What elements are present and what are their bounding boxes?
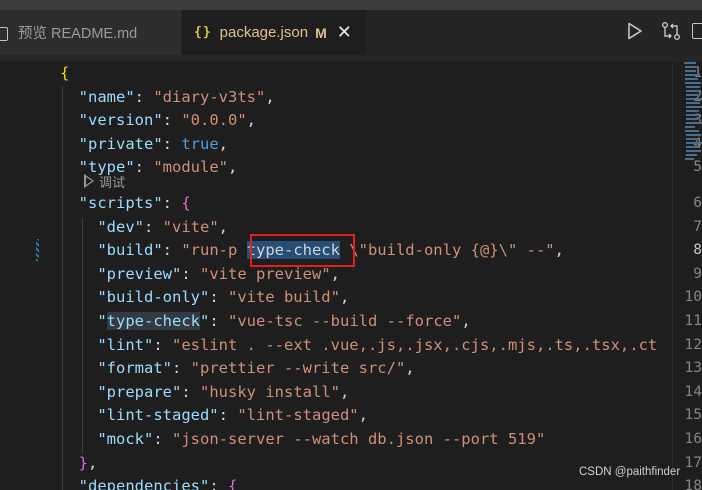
tab-package-json[interactable]: {} package.json M ✕	[182, 10, 366, 55]
minimap-divider	[672, 62, 673, 490]
tab-readme-preview[interactable]: 预览 README.md	[0, 10, 182, 55]
code-text: "lint-staged": "lint-staged",	[97, 406, 368, 425]
title-strip	[0, 0, 702, 10]
annotation-highlight-box	[250, 234, 355, 267]
code-editor[interactable]: 1 { 2 "name": "diary-v3ts", 3 "version":…	[0, 62, 702, 490]
compare-changes-icon[interactable]	[660, 21, 682, 41]
code-text: "prepare": "husky install",	[97, 382, 350, 401]
close-icon[interactable]: ✕	[337, 23, 352, 42]
code-text: "name": "diary-v3ts",	[78, 87, 275, 106]
line-number: 8	[693, 242, 702, 259]
split-editor-icon[interactable]	[692, 23, 702, 39]
code-line: 1 {	[0, 62, 702, 86]
code-text: "dependencies": {	[78, 477, 238, 490]
code-text: "format": "prettier --write src/",	[97, 359, 415, 378]
code-text: "build-only": "vite build",	[97, 288, 350, 307]
code-line: 15 "lint-staged": "lint-staged",	[0, 404, 702, 428]
line-number: 11	[684, 313, 702, 329]
code-text: "mock": "json-server --watch db.json --p…	[97, 430, 546, 448]
line-number: 6	[693, 195, 702, 211]
line-number: 14	[684, 383, 702, 400]
code-line: 14 "prepare": "husky install",	[0, 381, 702, 405]
debug-codelens[interactable]: 调试	[84, 170, 125, 192]
code-text: "private": true,	[78, 134, 229, 153]
code-line: 3 "version": "0.0.0",	[0, 109, 702, 133]
tab-label: 预览 README.md	[18, 26, 138, 42]
code-line: 11 "type-check": "vue-tsc --build --forc…	[0, 310, 702, 334]
code-text: "dev": "vite",	[97, 217, 229, 236]
code-text: "type-check": "vue-tsc --build --force",	[97, 312, 471, 330]
editor-tab-bar: 预览 README.md {} package.json M ✕	[0, 0, 702, 62]
code-text: {	[60, 64, 70, 82]
match-highlight: type-check	[106, 312, 200, 330]
code-line: 6 "scripts": {	[0, 192, 702, 216]
minimap[interactable]	[682, 62, 702, 172]
json-file-icon: {}	[194, 25, 212, 40]
code-line: 12 "lint": "eslint . --ext .vue,.js,.jsx…	[0, 334, 702, 358]
code-line: 2 "name": "diary-v3ts",	[0, 86, 702, 110]
watermark: CSDN @paithfinder	[579, 466, 681, 478]
preview-icon	[0, 26, 14, 41]
run-icon[interactable]	[627, 22, 643, 40]
code-line: 10 "build-only": "vite build",	[0, 286, 702, 310]
code-line: 4 "private": true,	[0, 133, 702, 157]
line-number: 15	[684, 407, 702, 424]
code-text: },	[78, 453, 98, 472]
code-line: 13 "format": "prettier --write src/",	[0, 357, 702, 381]
line-number: 10	[684, 289, 702, 306]
line-number: 7	[693, 218, 702, 235]
tab-label: package.json	[219, 24, 309, 41]
code-text: "version": "0.0.0",	[78, 111, 257, 130]
line-number: 9	[693, 265, 702, 282]
line-number: 12	[684, 336, 702, 353]
code-text: "scripts": {	[78, 194, 191, 212]
codelens-label: 调试	[99, 175, 126, 191]
line-number: 16	[684, 431, 702, 447]
code-line: 16 "mock": "json-server --watch db.json …	[0, 428, 702, 452]
modified-badge: M	[315, 24, 327, 41]
line-number: 13	[684, 360, 702, 377]
code-text: "lint": "eslint . --ext .vue,.js,.jsx,.c…	[97, 335, 658, 354]
